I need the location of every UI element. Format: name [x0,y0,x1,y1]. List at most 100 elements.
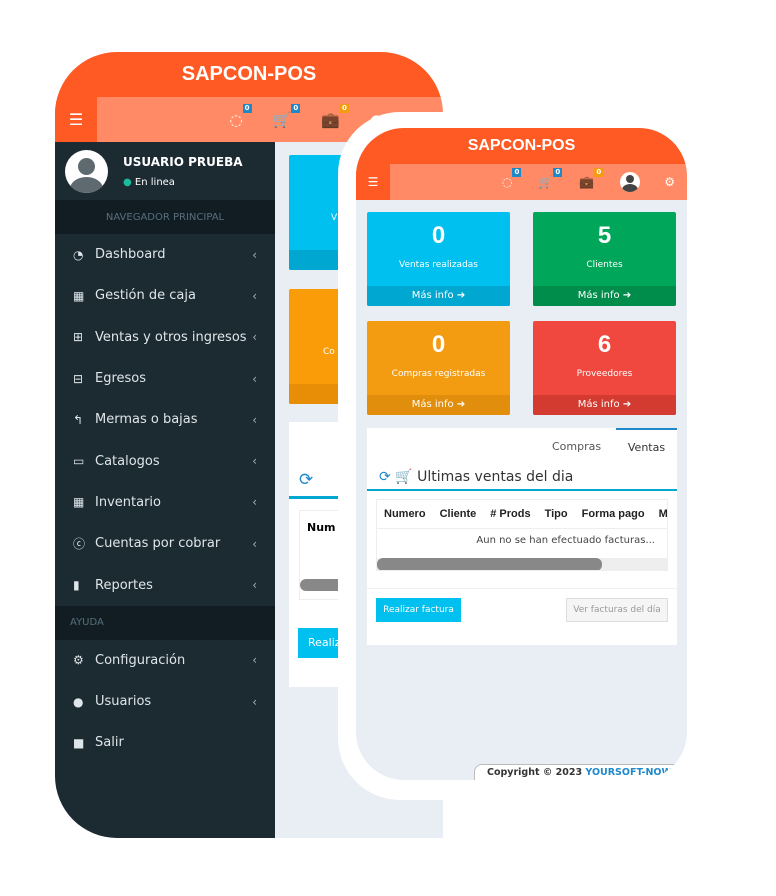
stat-label: Ventas realizadas [398,260,478,270]
plus-square-icon: ⊞ [73,330,84,345]
ver-facturas-button[interactable]: Ver facturas del día [566,598,668,622]
stat-label: Compras registradas [391,369,486,379]
arrow-circle-right-icon: ➔ [622,399,632,410]
stat-card-ventas-realizadas: 0 Ventas realizadas Más info ➔ [367,212,510,306]
app-title: SAPCON-POS [356,128,687,164]
sidebar-item-usuarios[interactable]: ● Usuarios ‹ [55,681,275,722]
front-phone: SAPCON-POS ☰ ◌ 0 🛒 0 💼 0 ⚙ 0 Ventas realizad… [338,112,705,800]
chevron-left-icon: ‹ [252,412,257,427]
realizar-factura-button[interactable]: Realizar factura [376,598,461,622]
user-status: En linea [134,176,175,188]
sidebar-item-label: Mermas o bajas [95,412,198,428]
sidebar-item-ventas-y-otros-ingresos[interactable]: ⊞ Ventas y otros ingresos ‹ [55,317,275,358]
stat-value: 5 [597,222,612,249]
calendar-icon: ▭ [73,454,85,469]
stat-label: Proveedores [576,369,633,379]
chevron-left-icon: ‹ [252,288,257,303]
cart-icon[interactable]: 🛒 0 [273,103,301,129]
chevron-left-icon: ‹ [252,247,257,262]
sidebar-item-label: Configuración [95,652,186,668]
sidebar-item-inventario[interactable]: ▦ Inventario ‹ [55,482,275,523]
sidebar-item-mermas-o-bajas[interactable]: ↰ Mermas o bajas ‹ [55,399,275,440]
sidebar-item-label: Usuarios [95,694,152,710]
tab-ventas[interactable]: Ventas [616,428,677,465]
app-title: SAPCON-POS [55,52,443,97]
chevron-left-icon: ‹ [252,454,257,469]
chevron-left-icon: ‹ [252,694,257,709]
column-header[interactable]: Numero [377,500,433,528]
sidebar-item-label: Ventas y otros ingresos [95,329,247,345]
sidebar-item-egresos[interactable]: ⊟ Egresos ‹ [55,358,275,399]
footer: Copyright © 2023 YOURSOFT-NOW [474,764,687,780]
tab-compras[interactable]: Compras [552,440,601,453]
reply-icon: ↰ [73,412,84,427]
stat-label: Clientes [586,260,623,270]
menu-toggle[interactable]: ☰ [55,97,97,142]
sidebar-item-label: Gestión de caja [95,288,196,304]
more-info-link[interactable]: Más info ➔ [367,395,510,415]
briefcase-icon[interactable]: 💼 0 [321,103,349,129]
spinner-icon[interactable]: ◌ 0 [502,168,522,189]
sidebar-item-gesti-n-de-caja[interactable]: ▦ Gestión de caja ‹ [55,275,275,316]
sales-panel: Compras Ventas ⟳ 🛒 Ultimas ventas del di… [367,428,677,645]
cc-icon: ⓒ [73,537,86,552]
menu-toggle[interactable]: ☰ [356,164,390,200]
bar-chart-icon: ▮ [73,578,80,593]
cart-icon: 🛒 [395,469,413,485]
sidebar-item-dashboard[interactable]: ◔ Dashboard ‹ [55,234,275,275]
stat-card-proveedores: 6 Proveedores Más info ➔ [533,321,676,415]
stat-card-compras-registradas: 0 Compras registradas Más info ➔ [367,321,510,415]
chevron-left-icon: ‹ [252,536,257,551]
column-header[interactable]: Forma pago [575,500,652,528]
cart-icon[interactable]: 🛒 0 [538,168,563,189]
panel-title: Ultimas ventas del dia [417,469,574,485]
sidebar-item-label: Cuentas por cobrar [95,536,221,552]
sidebar-item-salir[interactable]: ■ Salir [55,722,275,763]
table-icon: ▦ [73,495,85,510]
column-header[interactable]: # Prods [483,500,537,528]
sidebar-item-label: Inventario [95,494,161,510]
arrow-circle-right-icon: ➔ [456,399,466,410]
sidebar-item-catalogos[interactable]: ▭ Catalogos ‹ [55,440,275,481]
brand-link[interactable]: YOURSOFT-NOW [585,767,672,778]
user-name: USUARIO PRUEBA [123,154,243,169]
user-avatar [65,149,108,193]
empty-message: Aun no se han efectuado facturas... [377,528,667,555]
sidebar-item-label: Reportes [95,577,153,593]
refresh-icon[interactable]: ⟳ [379,469,391,485]
spinner-icon[interactable]: ◌ 0 [229,103,252,129]
column-header[interactable]: Tipo [538,500,575,528]
arrow-circle-right-icon: ➔ [456,290,466,301]
chevron-left-icon: ‹ [252,578,257,593]
sidebar-item-configuraci-n[interactable]: ⚙ Configuración ‹ [55,640,275,681]
gears-icon: ⚙ [73,653,84,668]
chevron-left-icon: ‹ [252,495,257,510]
sidebar-item-cuentas-por-cobrar[interactable]: ⓒ Cuentas por cobrar ‹ [55,523,275,564]
sidebar-item-label: Dashboard [95,247,166,263]
sidebar-item-reportes[interactable]: ▮ Reportes ‹ [55,564,275,605]
section-main: NAVEGADOR PRINCIPAL [55,200,275,234]
stat-value: 0 [431,331,446,358]
chevron-left-icon: ‹ [252,330,257,345]
briefcase-icon[interactable]: 💼 0 [579,168,604,189]
avatar-icon[interactable] [620,172,641,192]
h-scrollbar[interactable] [377,558,667,570]
sidebar-item-label: Egresos [95,371,147,387]
online-dot-icon: ● [123,176,132,188]
chevron-left-icon: ‹ [252,371,257,386]
more-info-link[interactable]: Más info ➔ [533,286,676,306]
stat-card-clientes: 5 Clientes Más info ➔ [533,212,676,306]
column-header[interactable]: Cliente [433,500,484,528]
stat-value: 6 [597,331,612,358]
more-info-link[interactable]: Más info ➔ [533,395,676,415]
column-header[interactable]: M [652,500,667,528]
minus-square-icon: ⊟ [73,371,84,386]
chevron-left-icon: ‹ [252,653,257,668]
section-help: AYUDA [55,605,275,640]
more-info-link[interactable]: Más info ➔ [367,286,510,306]
user-icon: ● [73,694,84,709]
lock-icon: ■ [73,735,85,750]
gears-icon[interactable]: ⚙ [664,175,675,189]
refresh-icon: ⟳ [299,470,314,490]
sidebar: USUARIO PRUEBA ● En linea NAVEGADOR PRIN… [55,142,275,838]
